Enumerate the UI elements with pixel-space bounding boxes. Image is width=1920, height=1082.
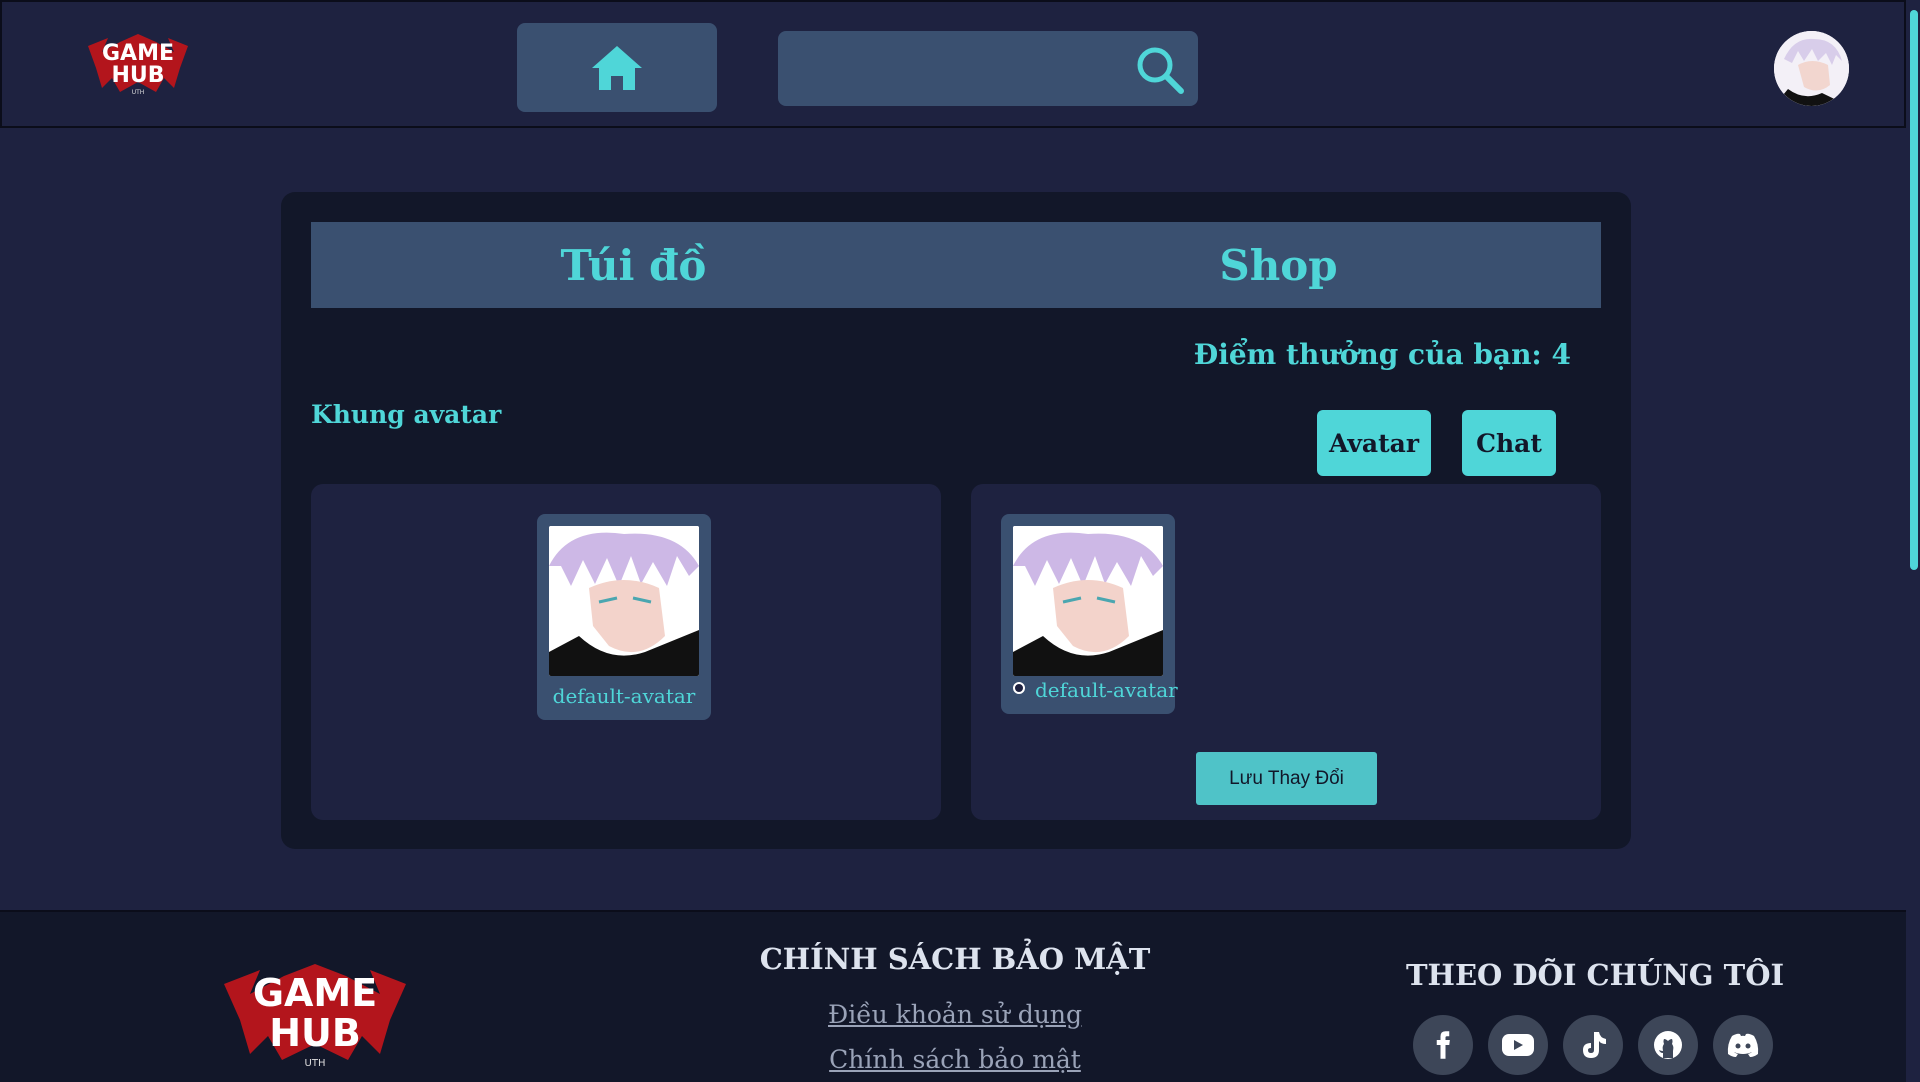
section-title: Khung avatar — [311, 400, 502, 429]
avatar-filter-button[interactable]: Avatar — [1317, 410, 1431, 476]
logo-tagline: UTH — [132, 89, 145, 96]
home-button[interactable] — [517, 23, 717, 112]
item-name: default-avatar — [552, 684, 696, 708]
footer-logo-game: GAME — [253, 971, 377, 1015]
gamehub-logo[interactable]: GAME HUB UTH — [80, 28, 196, 100]
footer-logo[interactable]: GAME HUB UTH — [214, 954, 416, 1072]
footer-logo-tagline: UTH — [305, 1058, 326, 1069]
footer-logo-hub: HUB — [269, 1011, 361, 1055]
home-icon — [592, 45, 642, 90]
reward-points: Điểm thưởng của bạn: 4 — [1193, 338, 1571, 371]
logo-text-hub: HUB — [111, 63, 164, 88]
footer: GAME HUB UTH CHÍNH SÁCH BẢO MẬT Điều kho… — [0, 910, 1906, 1082]
terms-link[interactable]: Điều khoản sử dụng — [680, 1000, 1230, 1029]
inventory-panel: Túi đồ Shop Điểm thưởng của bạn: 4 Khung… — [281, 192, 1631, 849]
top-header: GAME HUB UTH — [0, 0, 1906, 128]
save-changes-button[interactable]: Lưu Thay Đổi — [1196, 752, 1377, 805]
tab-shop[interactable]: Shop — [956, 222, 1601, 308]
inventory-item[interactable]: default-avatar — [537, 514, 711, 720]
tab-bar: Túi đồ Shop — [311, 222, 1601, 308]
search-input[interactable] — [778, 31, 1198, 106]
item-name: default-avatar — [1035, 678, 1178, 702]
select-radio[interactable] — [1013, 682, 1025, 694]
youtube-icon[interactable] — [1488, 1015, 1548, 1075]
tiktok-icon[interactable] — [1563, 1015, 1623, 1075]
tab-inventory[interactable]: Túi đồ — [311, 222, 956, 308]
github-icon[interactable] — [1638, 1015, 1698, 1075]
privacy-link[interactable]: Chính sách bảo mật — [680, 1045, 1230, 1074]
item-image — [1013, 526, 1163, 676]
follow-title: THEO DÕI CHÚNG TÔI — [1405, 958, 1785, 992]
inventory-box: default-avatar — [311, 484, 941, 820]
search-icon[interactable] — [1134, 44, 1186, 96]
user-avatar[interactable] — [1774, 31, 1849, 106]
facebook-icon[interactable] — [1413, 1015, 1473, 1075]
shop-box: default-avatar Lưu Thay Đổi — [971, 484, 1601, 820]
policy-title: CHÍNH SÁCH BẢO MẬT — [759, 942, 1151, 976]
discord-icon[interactable] — [1713, 1015, 1773, 1075]
chat-filter-button[interactable]: Chat — [1462, 410, 1556, 476]
item-image — [549, 526, 699, 676]
scrollbar-thumb[interactable] — [1910, 10, 1918, 570]
shop-item[interactable]: default-avatar — [1001, 514, 1178, 714]
